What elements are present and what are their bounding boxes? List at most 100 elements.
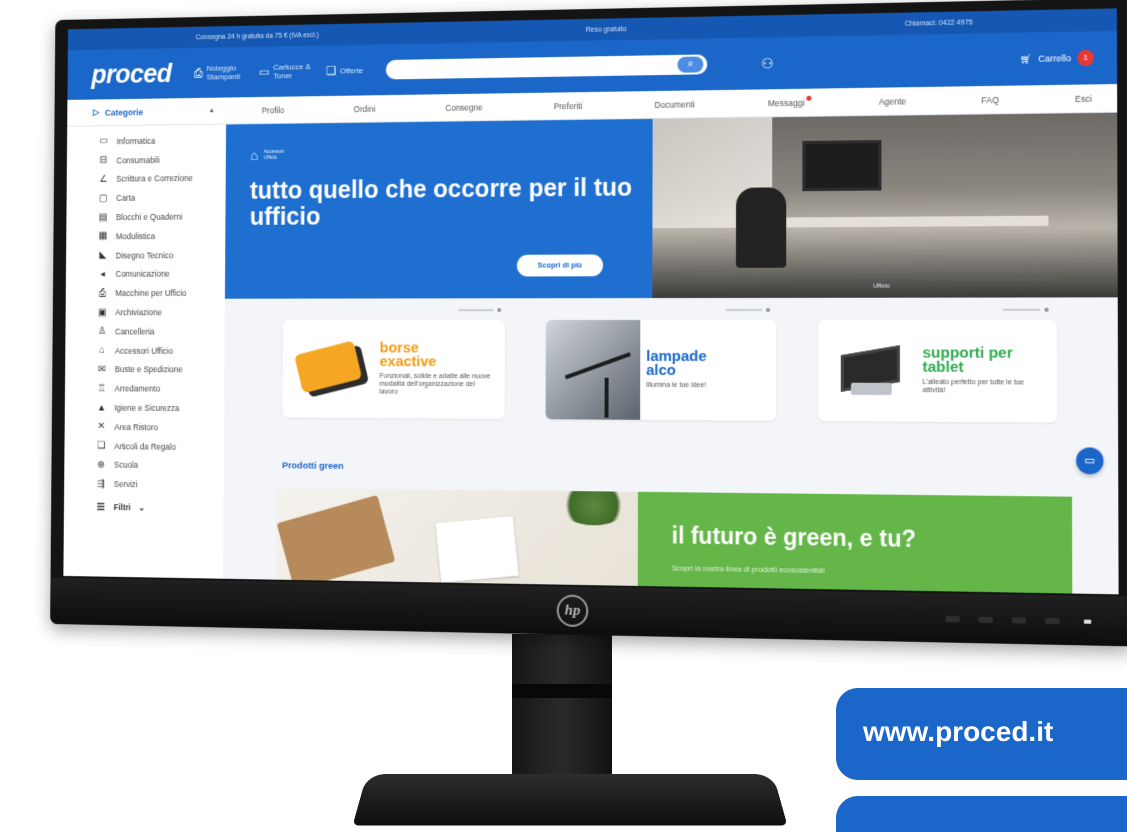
- cart-button[interactable]: 🛒︎ Carrello 1: [1020, 49, 1095, 68]
- sidebar-item-cancelleria[interactable]: ♙ Cancelleria: [97, 322, 225, 341]
- search-bar[interactable]: ⌕: [385, 54, 708, 80]
- monitor-screen: Consegna 24 h gratuita da 75 € (IVA excl…: [63, 8, 1119, 595]
- tab-preferiti[interactable]: Preferiti: [554, 101, 583, 111]
- tab-esci[interactable]: Esci: [1075, 93, 1092, 103]
- gift-icon: ❏: [325, 63, 337, 78]
- tab-messaggi[interactable]: Messaggi: [768, 97, 805, 108]
- tab-faq[interactable]: FAQ: [981, 94, 999, 104]
- printer-icon: ⎙: [98, 288, 107, 299]
- proced-logo[interactable]: proced: [91, 58, 171, 89]
- monitor-buttons: [945, 615, 1060, 625]
- hero-banner: ⌂ Accessori Ufficio tutto quello che occ…: [224, 112, 1118, 299]
- chair-icon: ♖: [97, 383, 106, 394]
- sidebar-item-arredamento[interactable]: ♖ Arredamento: [96, 379, 224, 399]
- green-banner-text: il futuro è green, e tu? Scopri la nostr…: [637, 491, 1073, 595]
- search-icon: ⌕: [687, 58, 694, 70]
- monitor-stand-clip: [512, 684, 612, 698]
- green-section-title: Prodotti green: [282, 460, 344, 472]
- green-banner-image: [275, 487, 638, 592]
- power-led: [1083, 619, 1092, 624]
- sidebar-item-macchine[interactable]: ⎙ Macchine per Ufficio: [97, 284, 225, 303]
- delivery-info: Consegna 24 h gratuita da 75 € (IVA excl…: [195, 31, 319, 41]
- green-banner-subtitle: Scopri la nostra linea di prodotti ecoso…: [671, 563, 825, 576]
- carousel-pager[interactable]: [726, 308, 770, 312]
- sidebar-item-modulistica[interactable]: ▦ Modulistica: [97, 226, 225, 246]
- stapler-icon: ♙: [98, 326, 107, 337]
- chat-icon: ▭: [1084, 454, 1096, 468]
- sidebar-item-carta[interactable]: ▢ Carta: [98, 188, 226, 208]
- sidebar-item-label: Macchine per Ufficio: [115, 288, 187, 299]
- promo-card-borse[interactable]: borse exactive Funzionali, solide e adat…: [282, 320, 506, 419]
- promo-card-supporti[interactable]: supporti per tablet L'alleato perfetto p…: [818, 319, 1058, 423]
- ad-stage: Consegna 24 h gratuita da 75 € (IVA excl…: [0, 0, 1127, 832]
- sidebar-item-label: Informatica: [116, 135, 156, 147]
- promo-desc: L'alleato perfetto per tutte le tue atti…: [922, 378, 1025, 395]
- office-monitor: [802, 140, 882, 192]
- chat-button[interactable]: ▭: [1076, 447, 1104, 475]
- services-icon: ⇶: [97, 478, 105, 490]
- sidebar-item-archiviazione[interactable]: ▣ Archiviazione: [97, 303, 225, 322]
- sidebar-item-label: Igiene e Sicurezza: [114, 402, 180, 413]
- megaphone-icon: ◂: [100, 269, 106, 280]
- sidebar-item-scuola[interactable]: ⊕ Scuola: [95, 455, 223, 475]
- sidebar-item-ristoro[interactable]: ✕ Area Ristoro: [96, 417, 224, 437]
- envelope-icon: ✉: [97, 364, 106, 375]
- cart-icon: 🛒︎: [1020, 53, 1032, 64]
- sidebar-item-servizi[interactable]: ⇶ Servizi: [95, 474, 223, 495]
- briefcase-icon: ⌂: [250, 147, 259, 163]
- hero-cta-button[interactable]: Scopri di più: [516, 254, 604, 277]
- page-body: ▭ Informatica ⊟ Consumabili ∠ Scrittura e C…: [63, 112, 1118, 595]
- nav-cartucce-toner[interactable]: ▭ Cartucce & Toner: [259, 62, 313, 80]
- tab-agente[interactable]: Agente: [879, 96, 906, 106]
- tab-documenti[interactable]: Documenti: [654, 99, 694, 110]
- sidebar-item-scrittura[interactable]: ∠ Scrittura e Correzione: [98, 169, 226, 189]
- search-button[interactable]: ⌕: [677, 56, 704, 73]
- nav-label: Noleggio Stampanti: [206, 63, 241, 82]
- website-url: www.proced.it: [863, 716, 1054, 747]
- green-banner[interactable]: il futuro è green, e tu? Scopri la nostr…: [275, 487, 1073, 595]
- hero-tag: ⌂ Accessori Ufficio: [250, 145, 652, 163]
- gift-icon: ❏: [97, 440, 106, 452]
- promo-title: supporti per tablet: [922, 344, 1013, 377]
- chevron-down-icon: ⌄: [138, 502, 145, 512]
- categories-toggle[interactable]: ▷ Categorie ▲: [67, 105, 224, 118]
- sidebar-item-label: Articoli da Regalo: [114, 441, 176, 452]
- sidebar-item-buste[interactable]: ✉ Buste e Spedizione: [96, 360, 224, 380]
- paper-prop: [435, 516, 519, 583]
- briefcase-icon: ⌂: [99, 345, 105, 356]
- filters-toggle[interactable]: ☰ Filtri ⌄: [95, 497, 223, 518]
- archive-icon: ▣: [97, 307, 107, 318]
- sidebar-item-label: Cancelleria: [115, 326, 155, 337]
- carousel-pager[interactable]: [1003, 308, 1049, 312]
- promo-card-lampade[interactable]: lampade alco Illumina le tue idee!: [545, 319, 777, 421]
- pen-icon: ∠: [99, 174, 108, 185]
- nav-noleggio-stampanti[interactable]: ⎙ Noleggio Stampanti: [193, 63, 246, 82]
- sidebar-item-regalo[interactable]: ❏ Articoli da Regalo: [96, 436, 224, 456]
- sidebar-item-accessori[interactable]: ⌂ Accessori Ufficio: [96, 341, 224, 360]
- cart-count-badge: 1: [1077, 49, 1095, 67]
- toner-icon: ▭: [258, 64, 270, 79]
- tab-consegne[interactable]: Consegne: [445, 102, 482, 112]
- notebook-prop: [276, 494, 396, 590]
- tab-profilo[interactable]: Profilo: [262, 105, 285, 115]
- sidebar-item-informatica[interactable]: ▭ Informatica: [98, 130, 226, 151]
- monitor-button: [945, 615, 960, 623]
- sidebar-item-consumabili[interactable]: ⊟ Consumabili: [98, 149, 226, 169]
- office-chair: [735, 187, 787, 268]
- tablet-stand-image: [818, 320, 916, 422]
- carousel-pager[interactable]: [459, 308, 502, 312]
- categories-label: Categorie: [104, 106, 144, 118]
- user-account-icon[interactable]: ⚇: [761, 55, 774, 72]
- nav-label: Offerte: [339, 65, 364, 75]
- tab-ordini[interactable]: Ordini: [354, 104, 376, 114]
- sidebar-item-comunicazione[interactable]: ◂ Comunicazione: [97, 264, 225, 284]
- sidebar-item-label: Accessori Ufficio: [114, 345, 173, 356]
- sidebar-item-blocchi[interactable]: ▤ Blocchi e Quaderni: [98, 207, 226, 227]
- nav-offerte[interactable]: ❏ Offerte: [326, 61, 363, 79]
- hp-logo: hp: [556, 594, 589, 628]
- hero-tag-label: Accessori Ufficio: [263, 148, 285, 161]
- sidebar-item-disegno[interactable]: ◣ Disegno Tecnico: [97, 245, 225, 265]
- website-badge-secondary: [836, 796, 1127, 832]
- sidebar-item-igiene[interactable]: ▲ Igiene e Sicurezza: [96, 398, 224, 418]
- printer-icon: ⎙: [193, 65, 203, 80]
